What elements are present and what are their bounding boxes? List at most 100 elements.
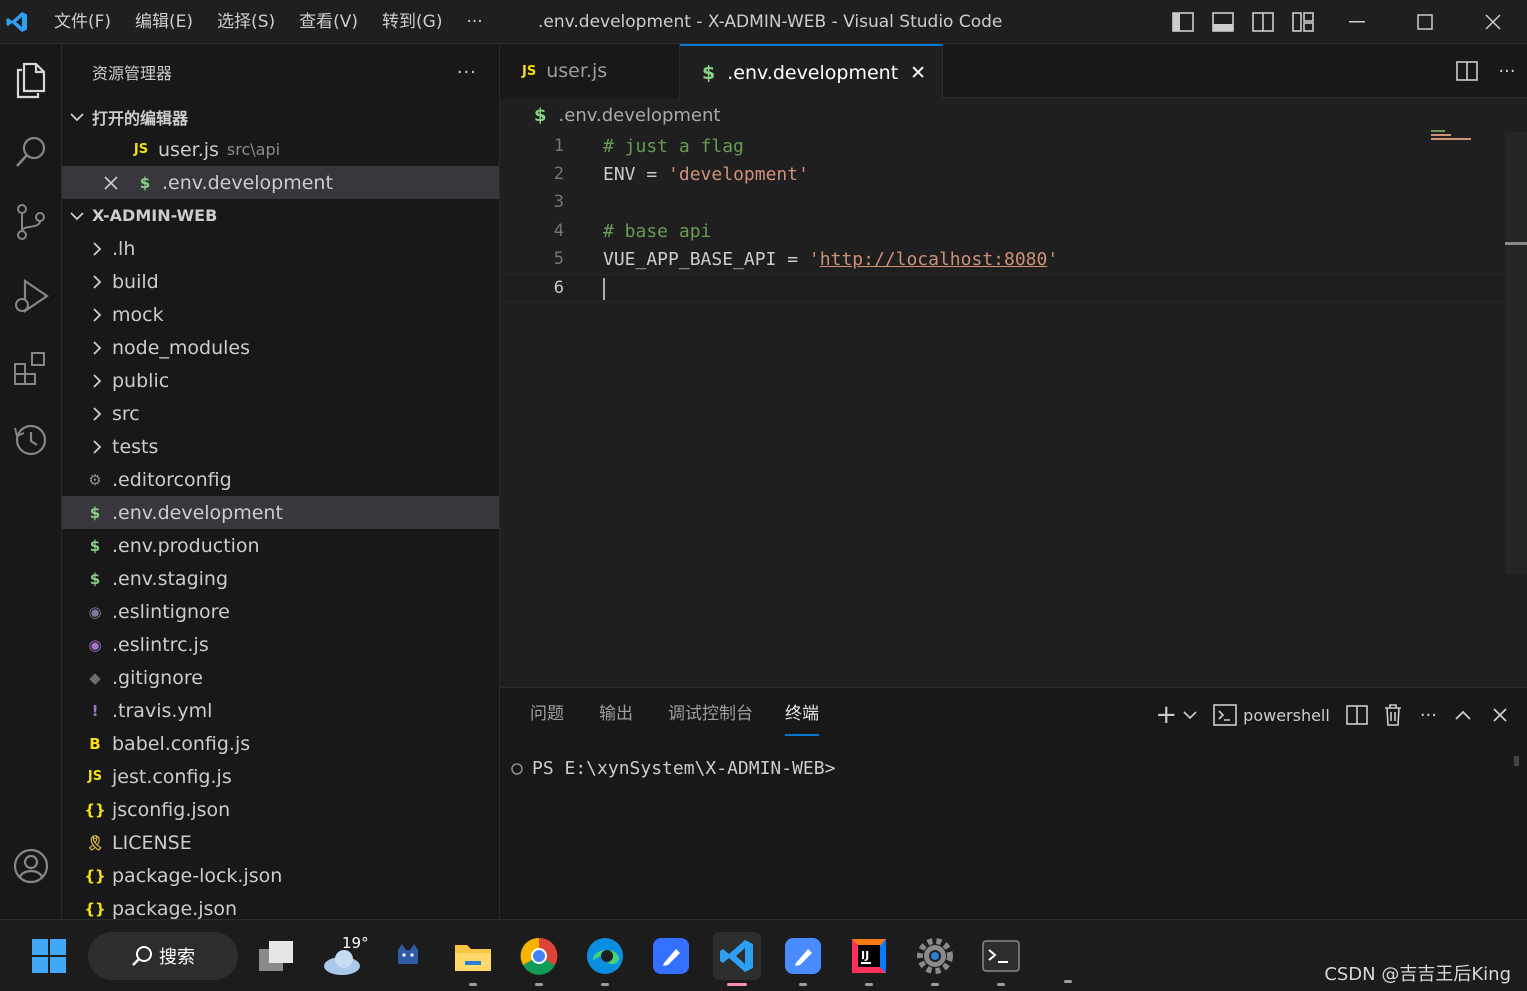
tab-debug-console[interactable]: 调试控制台 — [668, 702, 753, 736]
editor-scrollbar[interactable] — [1505, 132, 1527, 574]
file-row[interactable]: 🎗 LICENSE — [62, 826, 499, 859]
menu-view[interactable]: 查看(V) — [287, 0, 370, 44]
file-row[interactable]: {} package-lock.json — [62, 859, 499, 892]
menu-more[interactable]: ··· — [454, 0, 494, 44]
file-type-icon: ⚙ — [88, 470, 102, 489]
chevron-down-icon[interactable] — [1183, 710, 1197, 720]
editor-more-actions-icon[interactable]: ··· — [1487, 61, 1527, 82]
folder-row[interactable]: node_modules — [62, 331, 499, 364]
maximize-button[interactable] — [1391, 0, 1459, 44]
extensions-icon[interactable] — [0, 338, 62, 398]
edge-icon[interactable] — [581, 932, 629, 986]
minimize-button[interactable] — [1323, 0, 1391, 44]
panel-more-actions-icon[interactable]: ··· — [1420, 705, 1437, 726]
terminal-app-icon[interactable] — [977, 932, 1025, 986]
breadcrumb: $ .env.development — [500, 98, 1527, 132]
minimap[interactable] — [1431, 130, 1475, 140]
menu-selection[interactable]: 选择(S) — [205, 0, 287, 44]
file-row[interactable]: JS jest.config.js — [62, 760, 499, 793]
tab-output[interactable]: 输出 — [599, 702, 633, 736]
account-icon[interactable] — [0, 836, 62, 896]
windows-start-icon[interactable] — [25, 932, 73, 980]
tab-user-js[interactable]: JS user.js — [500, 44, 680, 98]
file-row[interactable]: Bbabel.config.js — [62, 727, 499, 760]
folder-row[interactable]: src — [62, 397, 499, 430]
code-line-current: 6 — [500, 274, 1525, 302]
file-type-icon: $ — [89, 503, 101, 522]
explorer-icon[interactable] — [0, 50, 62, 110]
open-editor-env-development[interactable]: $ .env.development — [62, 166, 499, 199]
open-editors-section[interactable]: 打开的编辑器 — [62, 100, 499, 133]
folder-row[interactable]: .lh — [62, 232, 499, 265]
code-line: 5 VUE_APP_BASE_API = 'http://localhost:80… — [500, 245, 1500, 273]
file-type-icon: $ — [89, 536, 101, 555]
open-editors-label: 打开的编辑器 — [92, 108, 189, 128]
code-text: ENV = 'development' — [603, 164, 809, 185]
close-icon[interactable] — [102, 175, 120, 190]
file-type-icon: ◉ — [88, 635, 102, 654]
folder-name: src — [112, 402, 140, 425]
line-number: 1 — [553, 136, 564, 156]
chrome-icon[interactable] — [515, 932, 563, 986]
file-row[interactable]: ◉ .eslintrc.js — [62, 628, 499, 661]
explorer-more-actions[interactable]: ··· — [457, 62, 477, 83]
settings-gear-icon[interactable] — [911, 932, 959, 986]
split-editor-icon[interactable] — [1447, 61, 1487, 81]
source-control-icon[interactable] — [0, 192, 62, 252]
tab-terminal[interactable]: 终端 — [785, 702, 819, 736]
file-row[interactable]: ◉ .eslintignore — [62, 595, 499, 628]
open-editor-user-js[interactable]: JS user.js src\api — [62, 133, 499, 166]
folder-row[interactable]: public — [62, 364, 499, 397]
menu-go[interactable]: 转到(G) — [370, 0, 454, 44]
folder-row[interactable]: build — [62, 265, 499, 298]
timeline-history-icon[interactable] — [0, 410, 62, 470]
folder-row[interactable]: mock — [62, 298, 499, 331]
file-row[interactable]: ⚙ .editorconfig — [62, 463, 499, 496]
breadcrumb-file[interactable]: .env.development — [559, 105, 721, 126]
menu-edit[interactable]: 编辑(E) — [123, 0, 205, 44]
trash-icon[interactable] — [1384, 704, 1402, 726]
scroll-position-marker — [1505, 242, 1527, 245]
weather-widget[interactable]: 19° — [318, 932, 369, 980]
shell-name[interactable]: powershell — [1243, 706, 1330, 725]
toggle-secondary-sidebar-icon[interactable] — [1243, 0, 1283, 44]
code-area[interactable]: 1 # just a flag 2 ENV = 'development' 3 4 #… — [500, 132, 1525, 332]
file-row[interactable]: {} jsconfig.json — [62, 793, 499, 826]
customize-layout-icon[interactable] — [1283, 0, 1323, 44]
folder-row[interactable]: tests — [62, 430, 499, 463]
url-link[interactable]: http://localhost:8080 — [820, 249, 1048, 270]
chevron-right-icon — [88, 439, 106, 454]
tab-close-icon[interactable]: ✕ — [910, 62, 926, 84]
feishu-icon[interactable] — [647, 932, 695, 980]
terminal-output[interactable]: PS E:\xynSystem\X-ADMIN-WEB> — [510, 758, 835, 779]
toggle-panel-icon[interactable] — [1203, 0, 1243, 44]
feishu-docs-icon[interactable] — [779, 932, 827, 986]
project-root-section[interactable]: X-ADMIN-WEB — [62, 199, 499, 232]
toggle-primary-sidebar-icon[interactable] — [1163, 0, 1203, 44]
file-row[interactable]: ◆ .gitignore — [62, 661, 499, 694]
tab-problems[interactable]: 问题 — [530, 702, 564, 736]
close-window-button[interactable] — [1459, 0, 1527, 44]
close-panel-icon[interactable] — [1493, 708, 1507, 722]
search-icon[interactable] — [0, 122, 62, 182]
chevron-up-icon[interactable] — [1455, 710, 1471, 720]
file-row[interactable]: $ .env.development — [62, 496, 499, 529]
file-explorer-icon[interactable] — [449, 932, 497, 986]
open-editor-path: src\api — [226, 140, 281, 159]
split-terminal-icon[interactable] — [1346, 705, 1368, 725]
menu-file[interactable]: 文件(F) — [42, 0, 123, 44]
task-view-icon[interactable] — [252, 932, 300, 980]
vscode-taskbar-icon[interactable] — [713, 932, 761, 986]
run-debug-icon[interactable] — [0, 266, 62, 326]
tab-env-development[interactable]: $ .env.development ✕ — [680, 44, 944, 99]
file-row[interactable]: {} package.json — [62, 892, 499, 920]
file-row[interactable]: ! .travis.yml — [62, 694, 499, 727]
file-row[interactable]: $ .env.production — [62, 529, 499, 562]
file-row[interactable]: $ .env.staging — [62, 562, 499, 595]
vscode-logo-icon[interactable] — [0, 0, 34, 44]
intellij-idea-icon[interactable]: IJ — [845, 932, 893, 986]
new-terminal-icon[interactable]: + — [1155, 700, 1177, 730]
taskbar-search[interactable]: 搜索 — [88, 932, 238, 980]
terminal-scrollbar[interactable] — [1514, 756, 1519, 766]
cat-app-icon[interactable] — [384, 932, 432, 980]
